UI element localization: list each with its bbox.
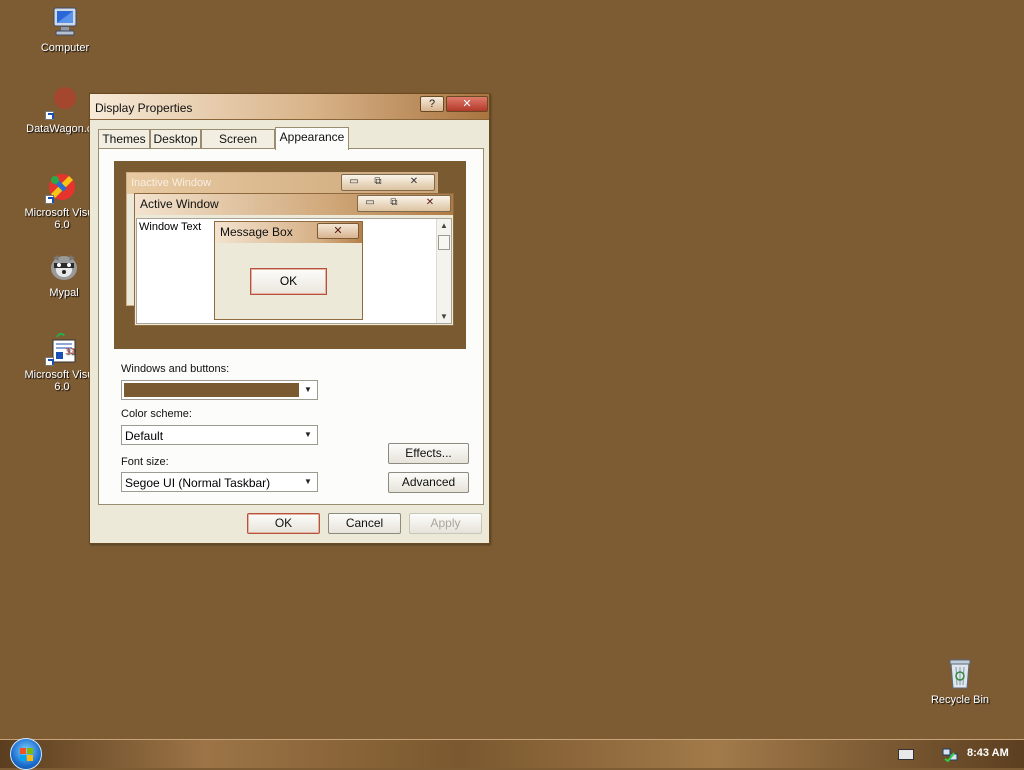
preview-ok-button: OK [250,268,327,295]
help-button[interactable]: ? [420,96,444,112]
font-size-value: Segoe UI (Normal Taskbar) [125,476,271,490]
preview-inactive-controls: ▭ ⧉ ✕ [341,174,435,191]
desktop-icon-recycle-bin[interactable]: Recycle Bin [912,657,1008,706]
dialog-titlebar[interactable]: Display Properties ? ✕ [90,94,489,120]
tab-themes[interactable]: Themes [98,129,150,149]
font-size-select[interactable]: Segoe UI (Normal Taskbar) ▼ [121,472,318,492]
windows-buttons-select[interactable]: ▼ [121,380,318,400]
preview-message-box: Message Box ✕ OK [214,221,363,320]
chevron-down-icon: ▼ [304,477,312,486]
chevron-down-icon: ▼ [304,385,312,394]
close-icon: ✕ [409,176,419,187]
taskbar: 8:43 AM [0,738,1024,770]
appearance-panel: Inactive Window ▭ ⧉ ✕ Active Window ▭ ⧉ … [98,148,484,505]
tab-screen-saver[interactable]: Screen Saver [201,129,275,164]
color-scheme-select[interactable]: Default ▼ [121,425,318,445]
color-scheme-value: Default [125,429,164,443]
help-icon: ? [428,98,436,110]
chevron-down-icon: ▼ [304,430,312,439]
font-size-label: Font size: [121,456,169,468]
shortcut-arrow-icon [45,111,54,120]
close-icon: ✕ [317,223,359,239]
windows-buttons-label: Windows and buttons: [121,363,230,375]
cancel-button[interactable]: Cancel [328,513,401,534]
preview-active-window: Active Window ▭ ⧉ ✕ Window Text ▲ ▼ Mess… [134,193,454,326]
close-icon: ✕ [462,98,472,110]
svg-text:32: 32 [65,347,75,356]
effects-button[interactable]: Effects... [388,443,469,464]
network-icon[interactable] [942,747,958,763]
ok-button[interactable]: OK [247,513,320,534]
scroll-thumb [438,235,450,250]
visual-foxpro-icon: 32 [45,332,79,366]
maximize-icon: ⧉ [374,176,382,187]
windows-buttons-swatch [124,383,299,397]
close-icon: ✕ [425,197,435,208]
shortcut-arrow-icon [45,195,54,204]
desktop-icon-computer[interactable]: Computer [17,5,113,54]
scroll-up-icon: ▲ [440,221,448,230]
desktop-icon-label: Recycle Bin [930,694,990,706]
preview-window-text: Window Text [139,221,202,233]
mypal-icon [47,250,81,284]
display-properties-dialog: Display Properties ? ✕ Themes Desktop Sc… [89,93,490,544]
clock[interactable]: 8:43 AM [967,747,1009,759]
maximize-icon: ⧉ [390,197,398,208]
minimize-icon: ▭ [349,176,359,187]
dialog-title: Display Properties [95,101,193,115]
datawagon-icon [45,86,79,120]
color-scheme-label: Color scheme: [121,408,192,420]
preview-scrollbar: ▲ ▼ [436,219,451,323]
preview-active-controls: ▭ ⧉ ✕ [357,195,451,212]
recycle-bin-icon [943,657,977,691]
apply-button[interactable]: Apply [409,513,482,534]
close-button[interactable]: ✕ [446,96,488,112]
minimize-icon: ▭ [365,197,375,208]
visual-studio-icon [45,170,79,204]
scroll-down-icon: ▼ [440,312,448,321]
keyboard-icon[interactable] [898,749,914,760]
desktop-icon-label: Computer [40,42,90,54]
start-button[interactable] [10,738,42,770]
tab-appearance[interactable]: Appearance [275,127,349,150]
appearance-preview: Inactive Window ▭ ⧉ ✕ Active Window ▭ ⧉ … [114,161,466,349]
computer-icon [48,5,82,39]
shortcut-arrow-icon [45,357,54,366]
tab-desktop[interactable]: Desktop [150,129,201,149]
advanced-button[interactable]: Advanced [388,472,469,493]
